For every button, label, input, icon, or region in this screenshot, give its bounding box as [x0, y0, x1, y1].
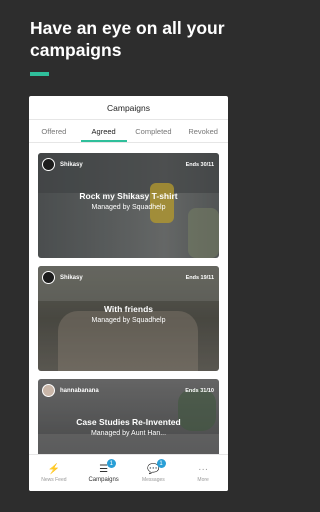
nav-label: Messages — [141, 476, 165, 483]
card-header: hannabanana Ends 31/10 — [42, 384, 214, 397]
nav-label: News Feed — [41, 476, 67, 483]
app-screen: Campaigns Offered Agreed Completed Revok… — [29, 96, 228, 491]
dots-icon: ··· — [198, 464, 209, 475]
brand-name: Shikasy — [60, 161, 83, 168]
campaign-manager: Managed by Aunt Han... — [90, 430, 167, 437]
brand-avatar — [42, 271, 55, 284]
campaign-card[interactable]: hannabanana Ends 31/10 Case Studies Re-I… — [38, 379, 219, 454]
brand-name: hannabanana — [60, 387, 99, 394]
campaign-manager: Managed by Squadhelp — [91, 317, 166, 324]
accent-bar — [30, 72, 49, 76]
nav-news-feed[interactable]: ⚡ News Feed — [29, 455, 79, 491]
nav-label: More — [197, 476, 209, 483]
campaign-title: Rock my Shikasy T-shirt — [79, 191, 178, 201]
card-body: Case Studies Re-Invented Managed by Aunt… — [38, 417, 219, 437]
end-date: Ends 19/11 — [185, 274, 214, 281]
end-date: Ends 30/11 — [185, 161, 214, 168]
tab-bar: Offered Agreed Completed Revoked — [29, 120, 228, 142]
campaign-manager: Managed by Squadhelp — [91, 204, 166, 211]
nav-campaigns[interactable]: ☰ 1 Campaigns — [79, 455, 129, 491]
messages-badge: 1 — [156, 459, 166, 468]
brand-avatar — [42, 384, 55, 397]
campaign-card[interactable]: Shikasy Ends 30/11 Rock my Shikasy T-shi… — [38, 153, 219, 258]
campaign-title: Case Studies Re-Invented — [76, 417, 181, 427]
app-title: Campaigns — [29, 96, 228, 120]
campaigns-badge: 1 — [106, 459, 116, 468]
end-date: Ends 31/10 — [185, 387, 214, 394]
tab-completed[interactable]: Completed — [129, 120, 179, 142]
tab-offered[interactable]: Offered — [29, 120, 79, 142]
nav-messages[interactable]: 💬 1 Messages — [129, 455, 179, 491]
campaign-card[interactable]: Shikasy Ends 19/11 With friends Managed … — [38, 266, 219, 371]
bottom-nav: ⚡ News Feed ☰ 1 Campaigns 💬 1 Messages ·… — [29, 454, 228, 491]
nav-label: Campaigns — [88, 476, 119, 483]
brand-avatar — [42, 158, 55, 171]
headline: Have an eye on all your campaigns — [30, 18, 225, 60]
lightning-icon: ⚡ — [47, 464, 61, 475]
campaign-list[interactable]: Shikasy Ends 30/11 Rock my Shikasy T-shi… — [29, 143, 228, 454]
tab-revoked[interactable]: Revoked — [178, 120, 228, 142]
nav-more[interactable]: ··· More — [178, 455, 228, 491]
card-header: Shikasy Ends 30/11 — [42, 158, 214, 171]
campaign-title: With friends — [103, 304, 154, 314]
brand-name: Shikasy — [60, 274, 83, 281]
card-body: With friends Managed by Squadhelp — [38, 304, 219, 324]
card-body: Rock my Shikasy T-shirt Managed by Squad… — [38, 191, 219, 211]
card-header: Shikasy Ends 19/11 — [42, 271, 214, 284]
tab-agreed[interactable]: Agreed — [79, 120, 129, 142]
